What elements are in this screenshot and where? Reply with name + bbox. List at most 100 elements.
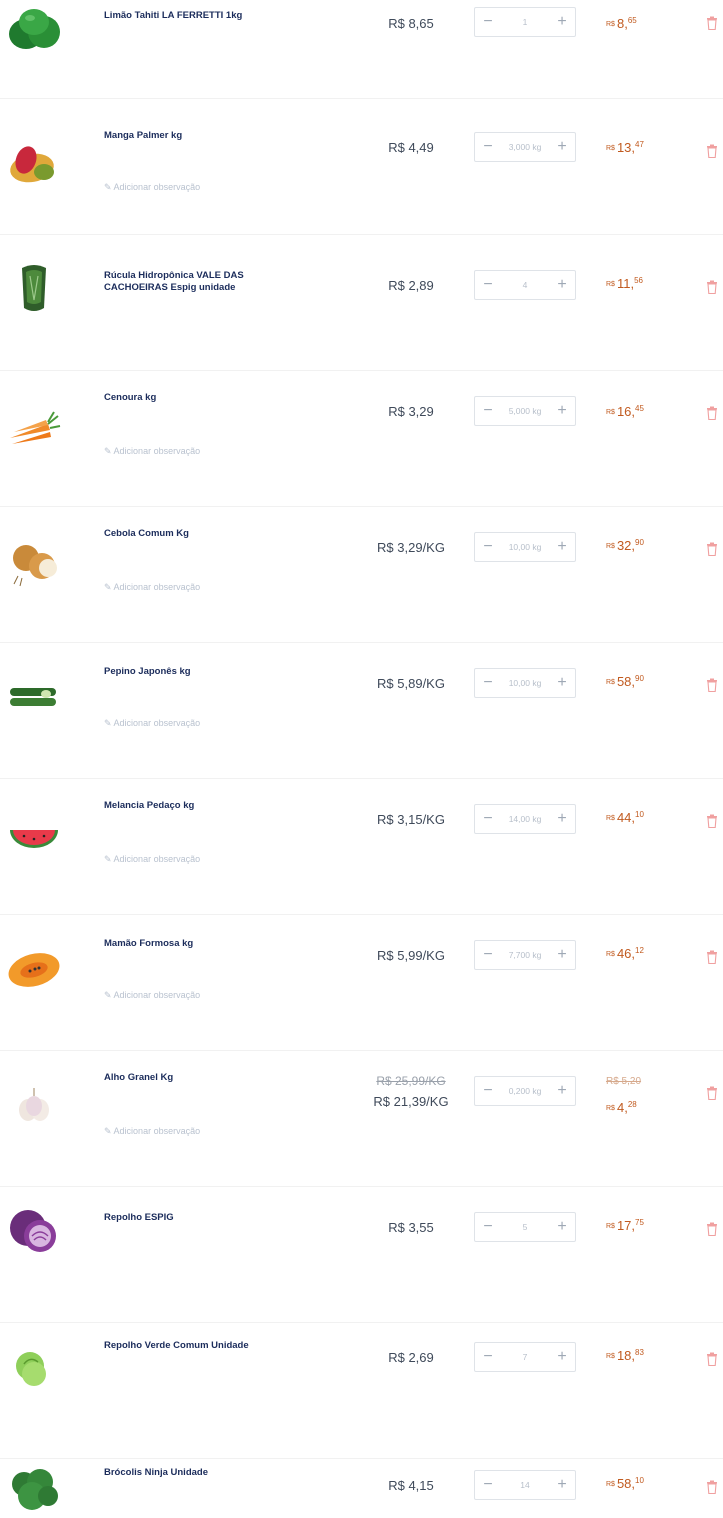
arugula-icon [22, 265, 46, 311]
quantity-value[interactable]: 14,00 kg [495, 814, 555, 824]
trash-icon[interactable] [706, 678, 718, 692]
trash-icon[interactable] [706, 144, 718, 158]
trash-icon[interactable] [706, 1222, 718, 1236]
quantity-value[interactable]: 7,700 kg [495, 950, 555, 960]
trash-icon[interactable] [706, 1352, 718, 1366]
unit-price: R$ 25,99/KG R$ 21,39/KG [356, 1074, 466, 1109]
product-name[interactable]: Rúcula Hidropônica VALE DAS CACHOEIRAS E… [104, 270, 294, 294]
line-total: R$ 32,90 [606, 538, 644, 553]
product-name[interactable]: Brócolis Ninja Unidade [104, 1467, 294, 1479]
decrease-button[interactable]: − [481, 947, 495, 963]
cucumber-icon [10, 688, 56, 706]
quantity-stepper: − 14 + [474, 1470, 576, 1500]
unit-price: R$ 3,55 [388, 1220, 434, 1235]
add-note-link[interactable]: ✎ Adicionar observação [104, 1126, 200, 1137]
cart-item: Manga Palmer kg ✎ Adicionar observação R$… [0, 98, 723, 235]
quantity-value[interactable]: 4 [495, 280, 555, 290]
cart-item: Alho Granel Kg ✎ Adicionar observação R$ … [0, 1050, 723, 1187]
add-note-link[interactable]: ✎ Adicionar observação [104, 854, 200, 865]
decrease-button[interactable]: − [481, 1219, 495, 1235]
cart-item: Pepino Japonês kg ✎ Adicionar observação … [0, 642, 723, 779]
product-name[interactable]: Limão Tahiti LA FERRETTI 1kg [104, 10, 294, 22]
cart-item: Repolho ESPIG R$ 3,55 − 5 + R$ 17,75 [0, 1186, 723, 1323]
increase-button[interactable]: + [555, 675, 569, 691]
trash-icon[interactable] [706, 280, 718, 294]
increase-button[interactable]: + [555, 1219, 569, 1235]
increase-button[interactable]: + [555, 947, 569, 963]
line-total: R$ 13,47 [606, 140, 644, 155]
quantity-value[interactable]: 14 [495, 1480, 555, 1490]
add-note-link[interactable]: ✎ Adicionar observação [104, 718, 200, 729]
trash-icon[interactable] [706, 16, 718, 30]
product-name[interactable]: Cenoura kg [104, 392, 294, 404]
increase-button[interactable]: + [555, 403, 569, 419]
increase-button[interactable]: + [555, 811, 569, 827]
product-name[interactable]: Repolho ESPIG [104, 1212, 294, 1224]
quantity-value[interactable]: 0,200 kg [495, 1086, 555, 1096]
trash-icon[interactable] [706, 1086, 718, 1100]
garlic-icon [19, 1088, 49, 1121]
trash-icon[interactable] [706, 542, 718, 556]
quantity-stepper: − 1 + [474, 7, 576, 37]
green-cabbage-icon [16, 1352, 46, 1386]
quantity-value[interactable]: 5,000 kg [495, 406, 555, 416]
add-note-link[interactable]: ✎ Adicionar observação [104, 182, 200, 193]
quantity-value[interactable]: 1 [495, 17, 555, 27]
product-name[interactable]: Cebola Comum Kg [104, 528, 294, 540]
decrease-button[interactable]: − [481, 811, 495, 827]
product-name[interactable]: Mamão Formosa kg [104, 938, 294, 950]
decrease-button[interactable]: − [481, 14, 495, 30]
increase-button[interactable]: + [555, 277, 569, 293]
line-total: R$ 58,90 [606, 674, 644, 689]
decrease-button[interactable]: − [481, 539, 495, 555]
increase-button[interactable]: + [555, 14, 569, 30]
quantity-stepper: − 5 + [474, 1212, 576, 1242]
quantity-value[interactable]: 7 [495, 1352, 555, 1362]
pencil-icon: ✎ [104, 582, 112, 592]
product-name[interactable]: Manga Palmer kg [104, 130, 294, 142]
decrease-button[interactable]: − [481, 277, 495, 293]
old-line-total: R$ 5,20 [606, 1076, 642, 1087]
decrease-button[interactable]: − [481, 1349, 495, 1365]
decrease-button[interactable]: − [481, 403, 495, 419]
product-name[interactable]: Pepino Japonês kg [104, 666, 294, 678]
quantity-stepper: − 7,700 kg + [474, 940, 576, 970]
unit-price: R$ 3,15/KG [377, 812, 445, 827]
trash-icon[interactable] [706, 814, 718, 828]
increase-button[interactable]: + [555, 1083, 569, 1099]
line-total: R$ 58,10 [606, 1476, 644, 1491]
trash-icon[interactable] [706, 406, 718, 420]
product-name[interactable]: Melancia Pedaço kg [104, 800, 294, 812]
quantity-stepper: − 10,00 kg + [474, 668, 576, 698]
quantity-value[interactable]: 10,00 kg [495, 542, 555, 552]
decrease-button[interactable]: − [481, 1477, 495, 1493]
quantity-value[interactable]: 10,00 kg [495, 678, 555, 688]
quantity-value[interactable]: 3,000 kg [495, 142, 555, 152]
carrot-icon [10, 411, 61, 444]
quantity-value[interactable]: 5 [495, 1222, 555, 1232]
increase-button[interactable]: + [555, 1477, 569, 1493]
unit-price: R$ 4,15 [388, 1478, 434, 1493]
increase-button[interactable]: + [555, 539, 569, 555]
line-total: R$ 4,28 [606, 1100, 637, 1115]
pencil-icon: ✎ [104, 182, 112, 192]
unit-price: R$ 5,89/KG [377, 676, 445, 691]
add-note-link[interactable]: ✎ Adicionar observação [104, 990, 200, 1001]
decrease-button[interactable]: − [481, 675, 495, 691]
add-note-link[interactable]: ✎ Adicionar observação [104, 446, 200, 457]
decrease-button[interactable]: − [481, 1083, 495, 1099]
increase-button[interactable]: + [555, 139, 569, 155]
unit-price: R$ 2,69 [388, 1350, 434, 1365]
trash-icon[interactable] [706, 950, 718, 964]
line-total: R$ 8,65 [606, 16, 637, 31]
product-name[interactable]: Alho Granel Kg [104, 1072, 294, 1084]
quantity-stepper: − 0,200 kg + [474, 1076, 576, 1106]
decrease-button[interactable]: − [481, 139, 495, 155]
increase-button[interactable]: + [555, 1349, 569, 1365]
pencil-icon: ✎ [104, 446, 112, 456]
trash-icon[interactable] [706, 1480, 718, 1494]
unit-price: R$ 2,89 [388, 278, 434, 293]
product-name[interactable]: Repolho Verde Comum Unidade [104, 1340, 294, 1352]
add-note-link[interactable]: ✎ Adicionar observação [104, 582, 200, 593]
cart-item: Mamão Formosa kg ✎ Adicionar observação R… [0, 914, 723, 1051]
